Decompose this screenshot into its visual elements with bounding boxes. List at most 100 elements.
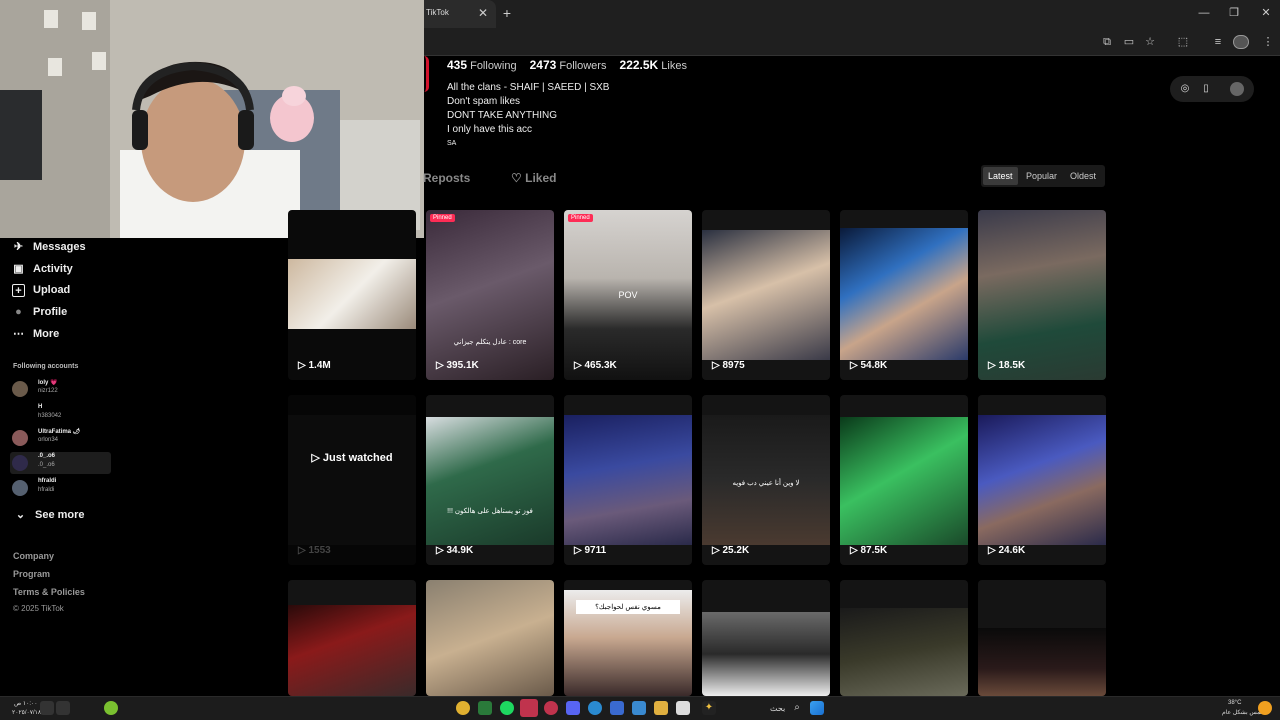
video-card[interactable]: لا وين أنا عيني دب فويه ▷ 25.2K — [702, 395, 830, 565]
following-label[interactable]: Following — [470, 60, 516, 72]
minimize-button[interactable]: — — [1194, 4, 1214, 22]
just-watched-label: ▷ Just watched — [288, 451, 416, 464]
view-count: ▷ 87.5K — [850, 545, 887, 556]
avatar — [12, 480, 28, 496]
cast-icon[interactable]: ▭ — [1121, 34, 1137, 50]
folder-icon[interactable] — [654, 701, 668, 715]
following-accounts-title: Following accounts — [13, 363, 79, 370]
view-count-value: 24.6K — [998, 545, 1026, 556]
video-card[interactable]: ▷ 1.4M — [288, 210, 416, 380]
spotify-icon[interactable] — [500, 701, 514, 715]
view-count: ▷ 465.3K — [574, 360, 617, 371]
sort-oldest[interactable]: Oldest — [1065, 167, 1101, 185]
heart-icon: ♡ — [511, 171, 522, 185]
video-caption: عادل يتكلم جيزاني : core — [453, 339, 527, 346]
volume-icon[interactable] — [40, 701, 54, 715]
video-card[interactable]: ▷ 24.6K — [978, 395, 1106, 565]
view-count-value: 9711 — [584, 545, 607, 556]
nav-activity[interactable]: ▣ Activity — [12, 259, 72, 279]
clock-time: ١٠:٠٠ ص — [14, 701, 38, 707]
weather-icon[interactable] — [1258, 701, 1272, 715]
video-card[interactable]: ▷ Just watched ▷ 1553 — [288, 395, 416, 565]
menu-icon[interactable]: ⋮ — [1260, 34, 1276, 50]
footer-program[interactable]: Program — [13, 569, 50, 579]
play-icon: ▷ — [436, 545, 444, 556]
edge-icon[interactable] — [588, 701, 602, 715]
followers-label[interactable]: Followers — [559, 60, 606, 72]
video-card[interactable] — [288, 580, 416, 696]
account-item[interactable]: hfraldi hfraldi — [10, 477, 111, 499]
view-count-value: 54.8K — [860, 360, 888, 371]
account-item[interactable]: loly 💗 nizr122 — [10, 378, 111, 400]
video-card[interactable]: ▷ 87.5K — [840, 395, 968, 565]
activity-icon: ▣ — [13, 262, 24, 275]
tab-liked[interactable]: ♡ Liked — [511, 171, 556, 185]
account-item[interactable]: H h383042 — [10, 403, 111, 425]
video-card[interactable]: مسوي نفس لحواجبك؟ — [564, 580, 692, 696]
translate-icon[interactable]: ⧉ — [1099, 34, 1115, 50]
phone-icon[interactable]: ▯ — [1199, 82, 1213, 96]
view-count-value: 8975 — [722, 360, 745, 371]
video-card[interactable] — [840, 580, 968, 696]
star-icon[interactable]: ☆ — [1142, 34, 1158, 50]
maximize-button[interactable]: ❐ — [1224, 4, 1244, 22]
video-card[interactable] — [426, 580, 554, 696]
network-icon[interactable] — [56, 701, 70, 715]
search-icon[interactable]: ⌕ — [790, 701, 804, 715]
video-card[interactable] — [978, 580, 1106, 696]
video-card[interactable]: ▷ 9711 — [564, 395, 692, 565]
user-avatar-icon[interactable] — [1230, 82, 1244, 96]
search-label[interactable]: بحث — [770, 704, 785, 713]
nav-more[interactable]: ⋯ More — [12, 324, 59, 344]
sort-latest[interactable]: Latest — [983, 167, 1018, 185]
following-count: 435 — [447, 58, 468, 72]
account-item[interactable]: UltraFatima 🌶 orlon34 — [10, 427, 111, 449]
bio-line: I only have this acc — [447, 124, 533, 135]
new-tab-button[interactable]: + — [500, 5, 514, 21]
video-card[interactable]: Pinned POV ▷ 465.3K — [564, 210, 692, 380]
discord-icon[interactable] — [566, 701, 580, 715]
view-count: ▷ 395.1K — [436, 360, 479, 371]
compass-icon[interactable]: ◎ — [1178, 82, 1192, 96]
tray-app-icon[interactable] — [104, 701, 118, 715]
video-thumbnail — [840, 228, 968, 360]
video-card[interactable]: ▷ 54.8K — [840, 210, 968, 380]
profile-avatar[interactable] — [1233, 35, 1249, 49]
tab-reposts[interactable]: Reposts — [423, 171, 470, 185]
notepad-icon[interactable] — [676, 701, 690, 715]
view-count-value: 1553 — [308, 545, 331, 556]
nav-messages-label: Messages — [33, 241, 86, 253]
sort-popular[interactable]: Popular — [1021, 167, 1062, 185]
nav-upload-label: Upload — [33, 284, 71, 296]
extensions-icon[interactable]: ⬚ — [1175, 34, 1191, 50]
nav-upload[interactable]: + Upload — [12, 280, 70, 300]
tab-close-icon[interactable]: ✕ — [476, 6, 490, 20]
close-window-button[interactable]: ✕ — [1256, 4, 1276, 22]
nav-messages[interactable]: ✈ Messages — [12, 237, 86, 257]
view-count: ▷ 1553 — [298, 545, 331, 556]
avatar — [12, 455, 28, 471]
store-icon[interactable] — [610, 701, 624, 715]
account-item[interactable]: .0_.o6 .0_.o6 — [10, 452, 111, 474]
footer-terms[interactable]: Terms & Policies — [13, 587, 85, 597]
video-card[interactable]: ▷ 18.5K — [978, 210, 1106, 380]
see-more-button[interactable]: ⌄ See more — [14, 505, 85, 525]
media-icon[interactable]: ≡ — [1210, 34, 1226, 50]
tab-liked-label: Liked — [525, 171, 557, 185]
chrome-icon[interactable] — [456, 701, 470, 715]
play-icon: ▷ — [712, 545, 720, 556]
video-card[interactable] — [702, 580, 830, 696]
app-icon[interactable] — [544, 701, 558, 715]
calendar-icon[interactable] — [632, 701, 646, 715]
video-card[interactable]: ▷ 8975 — [702, 210, 830, 380]
view-count-value: 34.9K — [446, 545, 474, 556]
nav-profile[interactable]: ● Profile — [12, 302, 67, 322]
video-card[interactable]: !!! فوز تو يستاهل على هالكون ▷ 34.9K — [426, 395, 554, 565]
video-card[interactable]: Pinned عادل يتكلم جيزاني : core ▷ 395.1K — [426, 210, 554, 380]
likes-count: 222.5K — [619, 58, 659, 72]
active-app-icon[interactable] — [520, 699, 538, 717]
copilot-icon[interactable]: ✦ — [702, 701, 716, 715]
footer-company[interactable]: Company — [13, 551, 54, 561]
xbox-icon[interactable] — [478, 701, 492, 715]
start-icon[interactable] — [810, 701, 824, 715]
